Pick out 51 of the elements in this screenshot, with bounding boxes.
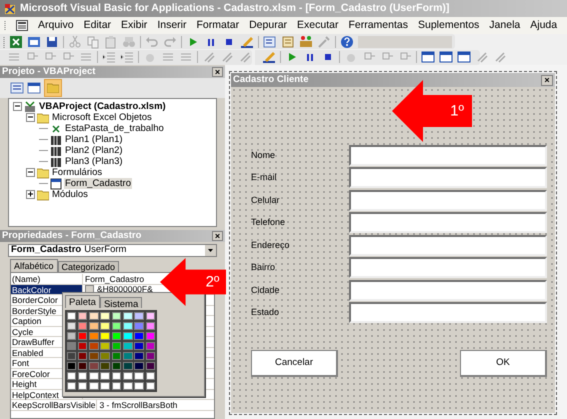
property-value: 3 - fmScrollBarsBoth	[99, 400, 178, 410]
property-value: Form_Cadastro	[85, 274, 144, 284]
field-label: Estado	[251, 306, 280, 319]
property-name[interactable]: (Name)	[11, 274, 83, 284]
close-button[interactable]: ×	[212, 231, 223, 241]
pane-title: Propriedades - Form_Cadastro	[2, 231, 142, 241]
form-button[interactable]: Cancelar	[251, 350, 338, 377]
menu-item[interactable]: Formatar	[196, 18, 240, 34]
menu-item[interactable]: Inserir	[157, 18, 186, 34]
field-label: E-mail	[251, 171, 278, 184]
property-name[interactable]: KeepScrollBarsVisible	[11, 400, 98, 410]
field-label: Bairro	[251, 261, 276, 274]
menu-item[interactable]: Editar	[84, 18, 112, 34]
menu-item[interactable]: Exibir	[121, 18, 148, 34]
tab[interactable]: Paleta	[65, 295, 100, 308]
menu-item[interactable]: Ajuda	[530, 18, 558, 34]
tree-item[interactable]: Plan2 (Plan2)	[64, 145, 124, 156]
menu-item[interactable]: Executar	[297, 18, 338, 34]
tab[interactable]: Alfabético	[10, 259, 58, 272]
pane-title: Projeto - VBAProject	[2, 67, 96, 77]
close-button[interactable]: ×	[212, 67, 223, 77]
object-dropdown[interactable]: Form_Cadastro UserForm	[8, 244, 217, 257]
window-title: Microsoft Visual Basic for Applications - Cadastro.xlsm - [Form_Cadastro (UserForm)]	[20, 0, 450, 16]
menu-item[interactable]: Janela	[489, 18, 520, 34]
tree-item[interactable]: Módulos	[51, 189, 89, 200]
form-button[interactable]: OK	[460, 350, 547, 377]
object-type: UserForm	[84, 243, 126, 258]
tab[interactable]: Sistema	[100, 297, 142, 308]
field-label: Nome	[251, 148, 276, 162]
menu-item[interactable]: Ferramentas	[348, 18, 408, 34]
tab[interactable]: Categorizado	[58, 261, 120, 272]
menu-item[interactable]: Suplementos	[418, 18, 480, 34]
field-label: Endereço	[251, 238, 291, 252]
tree-item[interactable]: EstaPasta_de_trabalho	[64, 123, 165, 134]
callout-label: 2º	[206, 274, 220, 290]
tree-item[interactable]: Microsoft Excel Objetos	[51, 112, 153, 123]
field-label: Telefone	[251, 216, 286, 229]
property-value: &H8000000F&	[97, 284, 153, 294]
object-name: Form_Cadastro	[11, 243, 82, 258]
menu-item[interactable]: Depurar	[249, 18, 288, 34]
field-label: Celular	[251, 194, 281, 206]
tree-item[interactable]: Plan3 (Plan3)	[64, 156, 124, 167]
callout-label: 1º	[450, 104, 464, 118]
menu-item[interactable]: Arquivo	[38, 18, 74, 34]
tree-item[interactable]: VBAProject (Cadastro.xlsm)	[38, 101, 167, 112]
field-label: Cidade	[251, 284, 281, 296]
tree-item[interactable]: Plan1 (Plan1)	[64, 134, 124, 145]
close-button[interactable]: ×	[541, 74, 553, 86]
tree-item[interactable]: Formulários	[51, 167, 104, 178]
tree-item[interactable]: Form_Cadastro	[64, 178, 132, 189]
form-title: Cadastro Cliente	[233, 72, 308, 87]
